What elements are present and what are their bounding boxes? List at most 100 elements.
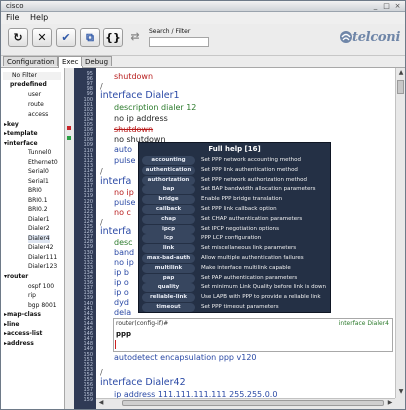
help-item[interactable]: bridge Enable PPP bridge translation bbox=[142, 195, 328, 205]
sidebar-item-tunnel0[interactable]: Tunnel0 bbox=[28, 149, 51, 157]
help-description: Enable PPP bridge translation bbox=[201, 196, 283, 203]
sidebar-item-bri0-1[interactable]: BRI0.1 bbox=[28, 197, 48, 205]
horizontal-scroll-thumb[interactable] bbox=[122, 400, 384, 406]
help-item[interactable]: ipcp Set IPCP negotiation options bbox=[142, 224, 328, 235]
sidebar-item-line[interactable]: ▸line bbox=[4, 321, 19, 329]
sidebar-item-map-class[interactable]: ▸map-class bbox=[4, 311, 41, 319]
cancel-icon[interactable]: ✕ bbox=[32, 28, 52, 47]
sidebar-item-dialer111[interactable]: Dialer111 bbox=[28, 254, 57, 262]
added-marker-icon[interactable] bbox=[67, 136, 71, 140]
scroll-up-icon[interactable]: ▲ bbox=[397, 69, 405, 77]
sidebar-item-interface[interactable]: ▾interface bbox=[4, 140, 38, 148]
title-bar: cisco _ □ × bbox=[1, 1, 405, 12]
copy-icon[interactable]: ⧉ bbox=[80, 28, 100, 47]
help-item[interactable]: link Set miscellaneous link parameters bbox=[142, 244, 328, 254]
help-item[interactable]: reliable-link Use LAPB with PPP to provid… bbox=[142, 293, 328, 303]
text-caret bbox=[115, 340, 116, 349]
help-item[interactable]: pap Set PAP authentication parameters bbox=[142, 273, 328, 284]
help-keyword: authentication bbox=[142, 165, 195, 175]
help-description: Set IPCP negotiation options bbox=[201, 225, 279, 232]
menu-file[interactable]: File bbox=[6, 12, 19, 24]
help-item[interactable]: authentication Set PPP link authenticatio… bbox=[142, 165, 328, 176]
help-description: Allow multiple authentication failures bbox=[201, 255, 304, 261]
vertical-scrollbar[interactable]: ▲ ▼ bbox=[395, 68, 405, 398]
sidebar-item-bri0[interactable]: BRI0 bbox=[28, 187, 42, 195]
vertical-scroll-thumb[interactable] bbox=[397, 80, 404, 94]
sidebar-item-ethernet0[interactable]: Ethernet0 bbox=[28, 159, 58, 167]
refresh-icon[interactable]: ↻ bbox=[8, 28, 28, 47]
help-keyword: bap bbox=[142, 185, 195, 195]
scroll-down-icon[interactable]: ▼ bbox=[397, 388, 405, 396]
help-keyword: lcp bbox=[142, 234, 195, 244]
tab-configuration[interactable]: Configuration bbox=[3, 56, 59, 66]
code-line: autodetect encapsulation ppp v120 bbox=[114, 353, 257, 362]
sidebar-item-bri0-2[interactable]: BRI0.2 bbox=[28, 206, 48, 214]
help-item[interactable]: chap Set CHAP authentication parameters bbox=[142, 214, 328, 225]
help-description: Set PPP network accounting method bbox=[201, 157, 301, 163]
sidebar-item-ospf-100[interactable]: ospf 100 bbox=[28, 283, 54, 291]
code-line: no c bbox=[114, 208, 131, 217]
swap-icon[interactable]: ⇄ bbox=[125, 28, 145, 47]
tab-debug[interactable]: Debug bbox=[81, 56, 113, 66]
search-input[interactable] bbox=[149, 37, 209, 47]
help-item[interactable]: multilink Make interface multilink capabl… bbox=[142, 263, 328, 274]
help-item[interactable]: max-bad-auth Allow multiple authenticatio… bbox=[142, 254, 328, 264]
sidebar-item-dialer1[interactable]: Dialer1 bbox=[28, 216, 50, 224]
code-line: pulse bbox=[114, 198, 136, 207]
line-number-column: 95 96 97 98 99 100 101 102 103 104 105 106 107 108 109… bbox=[74, 68, 96, 409]
prompt-context: interface Dialer4 bbox=[338, 320, 389, 327]
sidebar-item-predefined[interactable]: predefined bbox=[10, 81, 47, 89]
sidebar-item-bgp-8001[interactable]: bgp 8001 bbox=[28, 302, 57, 310]
code-line-interface: interface Dialer42 bbox=[100, 377, 186, 388]
toolbar: ↻ ✕ ✔ ⧉ {} ⇄ Search / Filter telconi bbox=[1, 24, 405, 56]
code-line: band bbox=[114, 248, 135, 257]
sidebar-item-no-filter[interactable]: No Filter bbox=[3, 72, 61, 80]
telconi-logo-icon bbox=[340, 31, 352, 43]
sidebar-item-dialer4[interactable]: Dialer4 bbox=[28, 235, 50, 243]
help-keyword: max-bad-auth bbox=[142, 254, 195, 263]
sidebar-item-access[interactable]: access bbox=[28, 111, 48, 119]
sidebar-item-router[interactable]: ▾router bbox=[4, 273, 28, 281]
menu-help[interactable]: Help bbox=[30, 12, 48, 24]
horizontal-scrollbar[interactable]: ◀ ▶ bbox=[96, 398, 395, 408]
apply-check-icon[interactable]: ✔ bbox=[56, 28, 76, 47]
help-keyword: callback bbox=[142, 205, 195, 214]
sidebar-item-serial1[interactable]: Serial1 bbox=[28, 178, 49, 186]
minimize-icon[interactable]: _ bbox=[371, 2, 380, 10]
sidebar-item-dialer123[interactable]: Dialer123 bbox=[28, 263, 57, 271]
help-item[interactable]: timeout Set PPP timeout parameters bbox=[142, 303, 328, 313]
help-item[interactable]: callback Set PPP link callback option bbox=[142, 205, 328, 215]
sidebar-item-access-list[interactable]: ▸access-list bbox=[4, 330, 42, 338]
help-item[interactable]: lcp PPP LCP configuration bbox=[142, 234, 328, 244]
scroll-right-icon[interactable]: ▶ bbox=[386, 399, 394, 407]
help-item[interactable]: quality Set minimum Link Quality before l… bbox=[142, 283, 328, 293]
command-prompt-box[interactable]: router(config-if)# interface Dialer4 ppp bbox=[113, 318, 393, 352]
sidebar-item-key[interactable]: ▸key bbox=[4, 121, 19, 129]
full-help-popup: Full help [16] accounting Set PPP network… bbox=[138, 142, 331, 313]
sidebar-item-template[interactable]: ▸template bbox=[4, 130, 38, 138]
sidebar-item-serial0[interactable]: Serial0 bbox=[28, 168, 49, 176]
full-help-title: Full help [16] bbox=[208, 145, 261, 153]
help-keyword: ipcp bbox=[142, 224, 195, 234]
code-line-interface: interfa bbox=[100, 176, 132, 187]
tab-exec[interactable]: Exec bbox=[58, 56, 83, 68]
sidebar-item-dialer42[interactable]: Dialer42 bbox=[28, 244, 53, 252]
help-item[interactable]: bap Set BAP bandwidth allocation paramete… bbox=[142, 185, 328, 195]
help-description: Set miscellaneous link parameters bbox=[201, 245, 297, 252]
sidebar-item-dialer2[interactable]: Dialer2 bbox=[28, 225, 50, 233]
close-icon[interactable]: × bbox=[393, 2, 402, 10]
help-item[interactable]: authorization Set PPP network authorizati… bbox=[142, 175, 328, 186]
braces-icon[interactable]: {} bbox=[103, 28, 123, 47]
sidebar-item-user[interactable]: user bbox=[28, 91, 41, 99]
sidebar-item-route[interactable]: route bbox=[28, 101, 44, 109]
sidebar-item-rip[interactable]: rip bbox=[28, 292, 36, 300]
brand-name: telconi bbox=[352, 30, 401, 45]
sidebar-item-address[interactable]: ▸address bbox=[4, 340, 34, 348]
error-marker-icon[interactable] bbox=[67, 126, 71, 130]
window-title: cisco bbox=[6, 2, 24, 10]
help-item[interactable]: accounting Set PPP network accounting met… bbox=[142, 156, 328, 166]
maximize-icon[interactable]: □ bbox=[382, 2, 391, 10]
scroll-left-icon[interactable]: ◀ bbox=[97, 399, 105, 407]
line-number: 159 bbox=[83, 397, 93, 404]
command-input[interactable]: ppp bbox=[116, 330, 131, 338]
